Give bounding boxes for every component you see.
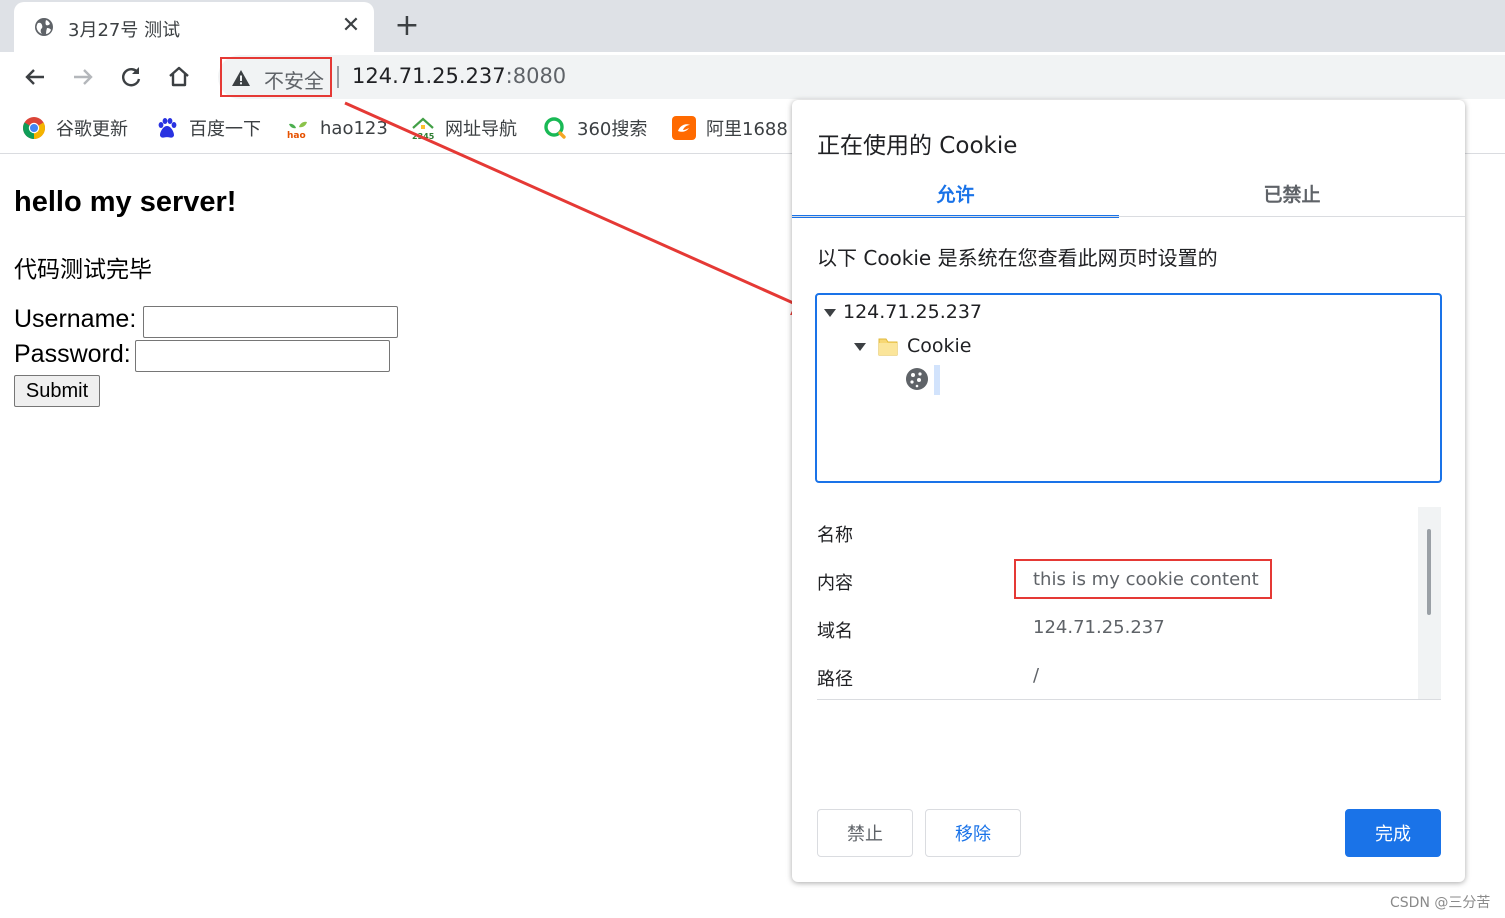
page-text: 代码测试完毕 xyxy=(14,257,152,283)
tab-close-icon[interactable]: ✕ xyxy=(340,14,362,38)
username-input[interactable] xyxy=(143,306,398,338)
cookie-icon[interactable] xyxy=(905,367,929,391)
bookmark-label: hao123 xyxy=(320,117,388,139)
username-label: Username: xyxy=(14,305,137,333)
details-scrollbar[interactable] xyxy=(1418,507,1441,699)
tab-divider xyxy=(792,216,1465,217)
baidu-paw-icon xyxy=(158,118,177,138)
hao123-icon: hao xyxy=(287,121,307,140)
block-button[interactable]: 禁止 xyxy=(817,809,913,857)
browser-toolbar: 不安全 124.71.25.237:8080 xyxy=(0,52,1505,102)
tab-strip: 3月27号 测试 ✕ + xyxy=(0,0,1505,52)
folder-icon xyxy=(878,338,898,356)
detail-domain-value: 124.71.25.237 xyxy=(1033,617,1165,638)
home-icon[interactable] xyxy=(166,64,192,90)
tab-allowed[interactable]: 允许 xyxy=(792,180,1119,218)
globe-icon xyxy=(35,18,53,36)
url-port: :8080 xyxy=(505,64,567,88)
detail-path-label: 路径 xyxy=(817,669,853,690)
expand-triangle-icon[interactable] xyxy=(854,343,866,351)
detail-name-label: 名称 xyxy=(817,525,853,546)
bookmark-nav[interactable]: 2345 网址导航 xyxy=(411,114,517,142)
alibaba-1688-icon xyxy=(672,116,696,140)
detail-content-label: 内容 xyxy=(817,573,853,594)
bookmark-label: 360搜索 xyxy=(577,119,648,140)
submit-button[interactable]: Submit xyxy=(14,375,100,407)
chrome-icon xyxy=(23,117,45,139)
address-divider xyxy=(337,66,339,88)
back-arrow-icon[interactable] xyxy=(22,64,48,90)
password-input[interactable] xyxy=(135,340,390,372)
watermark: CSDN @三分苦 xyxy=(1390,895,1491,911)
url-text[interactable]: 124.71.25.237:8080 xyxy=(352,64,566,88)
warning-icon xyxy=(232,70,250,86)
scrollbar-thumb[interactable] xyxy=(1427,529,1431,615)
360-search-icon xyxy=(544,117,566,139)
page-heading: hello my server! xyxy=(14,186,237,218)
tree-selection xyxy=(934,365,940,395)
dialog-description: 以下 Cookie 是系统在您查看此网页时设置的 xyxy=(817,246,1218,270)
tab-blocked[interactable]: 已禁止 xyxy=(1119,180,1465,218)
bookmark-360[interactable]: 360搜索 xyxy=(543,114,647,142)
bookmark-1688[interactable]: 阿里1688 xyxy=(672,114,788,142)
svg-text:2345: 2345 xyxy=(412,132,435,140)
url-host: 124.71.25.237 xyxy=(352,64,506,88)
detail-content-value: this is my cookie content xyxy=(1033,569,1259,590)
tree-host-node[interactable]: 124.71.25.237 xyxy=(843,301,982,323)
dialog-title: 正在使用的 Cookie xyxy=(817,133,1018,159)
svg-text:hao: hao xyxy=(287,131,306,140)
bookmark-google-update[interactable]: 谷歌更新 xyxy=(22,114,128,142)
detail-path-value: / xyxy=(1033,665,1040,686)
cookie-tree[interactable]: 124.71.25.237 Cookie xyxy=(815,293,1442,483)
browser-tab[interactable]: 3月27号 测试 ✕ xyxy=(14,2,374,52)
bookmark-label: 百度一下 xyxy=(189,119,261,140)
cookies-dialog: 正在使用的 Cookie 允许 已禁止 以下 Cookie 是系统在您查看此网页… xyxy=(792,100,1465,882)
forward-arrow-icon[interactable] xyxy=(70,64,96,90)
security-label: 不安全 xyxy=(264,69,324,93)
bookmark-label: 网址导航 xyxy=(445,119,517,140)
done-button[interactable]: 完成 xyxy=(1345,809,1441,857)
2345-house-icon: 2345 xyxy=(412,117,435,140)
cookie-details: 名称 内容 this is my cookie content 域名 124.7… xyxy=(817,507,1441,700)
detail-domain-label: 域名 xyxy=(817,621,853,642)
bookmark-label: 谷歌更新 xyxy=(56,119,128,140)
tab-title: 3月27号 测试 xyxy=(68,20,181,41)
address-bar[interactable]: 不安全 124.71.25.237:8080 xyxy=(218,55,1505,99)
reload-icon[interactable] xyxy=(118,64,144,90)
remove-button[interactable]: 移除 xyxy=(925,809,1021,857)
bookmark-hao123[interactable]: hao hao123 xyxy=(286,114,388,142)
tree-folder-node[interactable]: Cookie xyxy=(907,335,972,357)
expand-triangle-icon[interactable] xyxy=(824,309,836,317)
security-chip[interactable]: 不安全 xyxy=(220,57,332,97)
password-label: Password: xyxy=(14,340,131,368)
bookmark-label: 阿里1688 xyxy=(706,119,788,140)
new-tab-button[interactable]: + xyxy=(392,9,422,43)
bookmark-baidu[interactable]: 百度一下 xyxy=(155,114,261,142)
